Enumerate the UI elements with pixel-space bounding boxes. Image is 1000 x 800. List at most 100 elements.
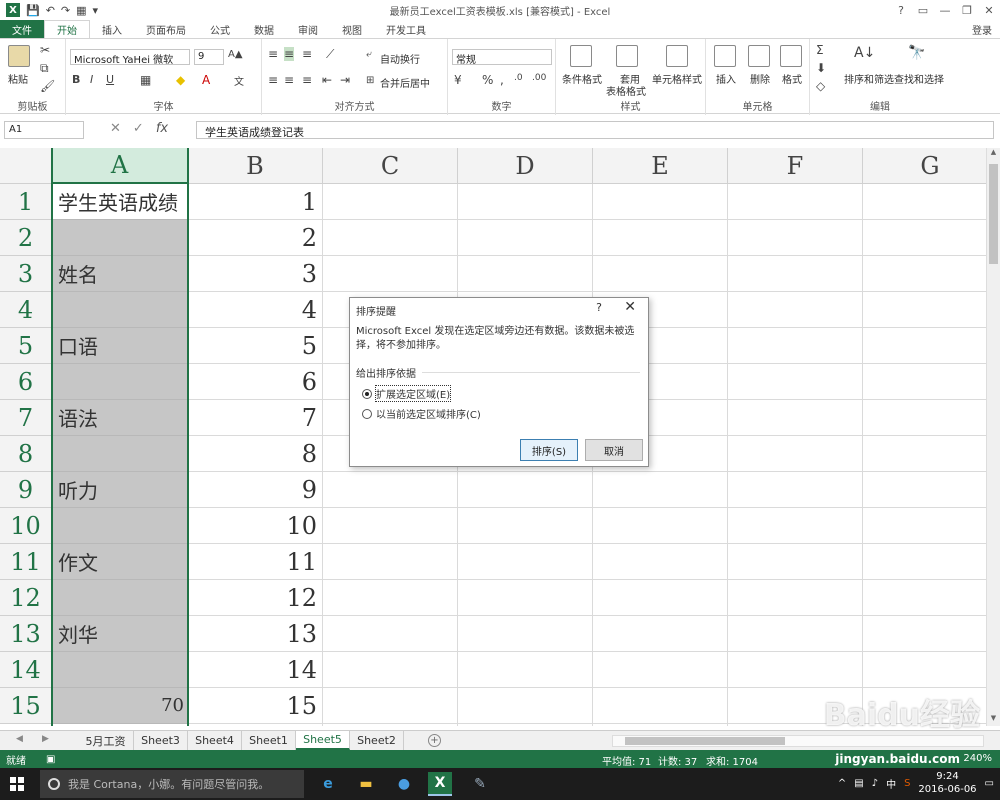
find-select-button[interactable]: 查找和选择 [894, 71, 944, 86]
align-left-icon[interactable]: ≡ [268, 73, 278, 87]
option-expand-label[interactable]: 扩展选定区域(E) [374, 385, 452, 402]
add-sheet-icon[interactable]: + [428, 734, 441, 747]
cell-a10[interactable] [52, 508, 188, 544]
row-header-15[interactable]: 15 [0, 688, 52, 724]
row-header-2[interactable]: 2 [0, 220, 52, 256]
sheet-tab-5月工资[interactable]: 5月工资 [78, 731, 134, 750]
cell-b1[interactable]: 1 [188, 184, 323, 220]
cut-icon[interactable]: ✂ [40, 43, 50, 57]
font-size-select[interactable]: 9 [194, 49, 224, 65]
conditional-format-button[interactable]: 条件格式 [562, 71, 602, 86]
cell-a4[interactable] [52, 292, 188, 328]
cancel-entry-icon[interactable]: ✕ [110, 121, 121, 136]
cell-a1[interactable]: 学生英语成绩 [52, 184, 188, 220]
scroll-down-icon[interactable]: ▼ [987, 714, 1000, 726]
cortana-search[interactable]: 我是 Cortana，小娜。有问题尽管问我。 [40, 770, 304, 798]
cell-a8[interactable] [52, 436, 188, 472]
fill-icon[interactable]: ⬇ [816, 61, 826, 75]
wrap-text-icon[interactable]: ⤶ [366, 49, 372, 60]
decrease-indent-icon[interactable]: ⇤ [322, 73, 332, 87]
insert-function-button[interactable]: fx [156, 121, 168, 136]
row-header-7[interactable]: 7 [0, 400, 52, 436]
comma-icon[interactable]: , [500, 73, 504, 87]
redo-icon[interactable]: ↷ [61, 4, 70, 17]
delete-cells-button[interactable]: 删除 [750, 71, 770, 86]
column-header-g[interactable]: G [863, 148, 986, 184]
column-header-b[interactable]: B [188, 148, 323, 184]
cell-b7[interactable]: 7 [188, 400, 323, 436]
select-all-corner[interactable] [0, 148, 52, 184]
tab-home[interactable]: 开始 [44, 20, 90, 38]
font-color-icon[interactable]: A [202, 73, 210, 87]
tab-review[interactable]: 审阅 [286, 20, 330, 38]
option-expand-selection[interactable]: 扩展选定区域(E) [362, 385, 452, 402]
next-sheet-icon[interactable]: ▶ [42, 734, 49, 744]
sort-button[interactable]: 排序(S) [520, 439, 578, 461]
cell-a15[interactable]: 70 [52, 688, 188, 724]
paste-button[interactable]: 粘贴 [8, 71, 28, 86]
currency-icon[interactable]: ¥ [454, 73, 462, 87]
percent-icon[interactable]: % [482, 73, 493, 87]
cell-a6[interactable] [52, 364, 188, 400]
sort-filter-button[interactable]: 排序和筛选 [844, 71, 894, 86]
cell-a5[interactable]: 口语 [52, 328, 188, 364]
tab-page-layout[interactable]: 页面布局 [134, 20, 198, 38]
cell-b4[interactable]: 4 [188, 292, 323, 328]
decrease-decimal-icon[interactable]: .00 [532, 73, 546, 83]
help-button[interactable]: ? [890, 0, 912, 20]
column-header-d[interactable]: D [458, 148, 593, 184]
tab-formulas[interactable]: 公式 [198, 20, 242, 38]
column-header-c[interactable]: C [323, 148, 458, 184]
cell-b11[interactable]: 11 [188, 544, 323, 580]
number-format-select[interactable]: 常规 [452, 49, 552, 65]
row-header-8[interactable]: 8 [0, 436, 52, 472]
format-painter-icon[interactable]: 🖌 [40, 79, 55, 93]
clear-icon[interactable]: ◇ [816, 79, 825, 93]
align-right-icon[interactable]: ≡ [302, 73, 312, 87]
file-explorer-icon[interactable]: ▬ [354, 772, 378, 796]
cell-b6[interactable]: 6 [188, 364, 323, 400]
minimize-button[interactable]: — [934, 0, 956, 20]
row-header-9[interactable]: 9 [0, 472, 52, 508]
input-method-icon[interactable]: S [904, 778, 910, 789]
column-header-e[interactable]: E [593, 148, 728, 184]
confirm-entry-icon[interactable]: ✓ [133, 121, 144, 136]
column-header-a[interactable]: A [52, 148, 188, 184]
tab-data[interactable]: 数据 [242, 20, 286, 38]
row-header-12[interactable]: 12 [0, 580, 52, 616]
delete-cells-icon[interactable] [748, 45, 770, 67]
sheet-tab-sheet5[interactable]: Sheet5 [296, 731, 350, 750]
formula-input[interactable]: 学生英语成绩登记表 [196, 121, 994, 139]
clock[interactable]: 9:24 2016-06-06 [918, 770, 976, 796]
cell-b9[interactable]: 9 [188, 472, 323, 508]
align-middle-icon[interactable]: ≡ [284, 47, 295, 61]
column-header-f[interactable]: F [728, 148, 863, 184]
close-button[interactable]: ✕ [978, 0, 1000, 20]
sheet-tab-sheet1[interactable]: Sheet1 [242, 731, 296, 750]
table-format-label-2[interactable]: 表格格式 [606, 83, 646, 98]
vertical-scroll-thumb[interactable] [989, 164, 998, 264]
align-top-icon[interactable]: ≡ [268, 47, 278, 61]
format-cells-icon[interactable] [780, 45, 802, 67]
sheet-tab-sheet4[interactable]: Sheet4 [188, 731, 242, 750]
cell-b10[interactable]: 10 [188, 508, 323, 544]
autosum-icon[interactable]: Σ [816, 43, 824, 57]
orientation-icon[interactable]: ⟋ [326, 47, 334, 62]
row-header-13[interactable]: 13 [0, 616, 52, 652]
cell-b2[interactable]: 2 [188, 220, 323, 256]
phonetic-icon[interactable]: 文 [234, 73, 244, 88]
ime-indicator[interactable]: 中 [886, 776, 896, 791]
row-header-14[interactable]: 14 [0, 652, 52, 688]
network-icon[interactable]: ▤ [854, 778, 863, 789]
cell-a11[interactable]: 作文 [52, 544, 188, 580]
cell-a3[interactable]: 姓名 [52, 256, 188, 292]
cell-b5[interactable]: 5 [188, 328, 323, 364]
paste-icon[interactable] [8, 45, 30, 67]
row-header-11[interactable]: 11 [0, 544, 52, 580]
cell-b15[interactable]: 15 [188, 688, 323, 724]
notification-icon[interactable]: ▭ [985, 778, 994, 789]
format-cells-button[interactable]: 格式 [782, 71, 802, 86]
border-icon[interactable]: ▦ [140, 73, 151, 87]
sheet-tab-sheet2[interactable]: Sheet2 [350, 731, 404, 750]
save-icon[interactable]: 💾 [26, 4, 40, 17]
